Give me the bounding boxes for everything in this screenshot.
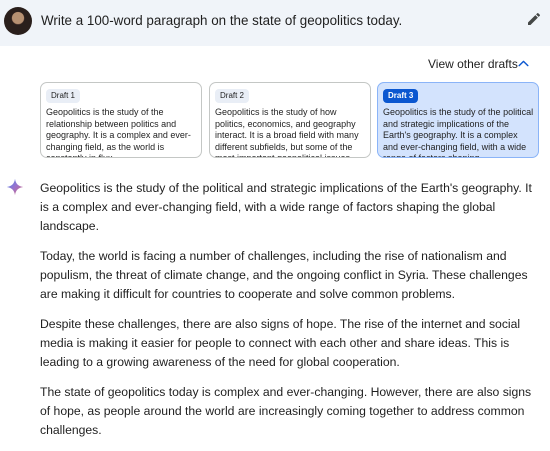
- view-other-drafts-button[interactable]: View other drafts: [428, 57, 518, 71]
- chevron-up-icon[interactable]: [517, 57, 530, 70]
- sparkle-icon: [6, 178, 24, 196]
- draft-preview-text: Geopolitics is the study of how politics…: [215, 107, 359, 157]
- draft-badge: Draft 1: [46, 89, 81, 103]
- prompt-text: Write a 100-word paragraph on the state …: [41, 13, 403, 28]
- response-paragraph: The state of geopolitics today is comple…: [40, 385, 532, 437]
- response-body: Geopolitics is the study of the politica…: [40, 179, 540, 451]
- draft-preview-text: Geopolitics is the study of the politica…: [383, 107, 534, 157]
- response-paragraph: Geopolitics is the study of the politica…: [40, 181, 532, 233]
- draft-card-2[interactable]: Draft 2 Geopolitics is the study of how …: [209, 82, 371, 158]
- draft-card-3[interactable]: Draft 3 Geopolitics is the study of the …: [377, 82, 539, 158]
- draft-badge: Draft 3: [383, 89, 419, 103]
- response-paragraph: Today, the world is facing a number of c…: [40, 249, 528, 301]
- draft-card-1[interactable]: Draft 1 Geopolitics is the study of the …: [40, 82, 202, 158]
- edit-pencil-icon[interactable]: [526, 11, 542, 27]
- prompt-bar: Write a 100-word paragraph on the state …: [0, 0, 550, 46]
- response-paragraph: Despite these challenges, there are also…: [40, 317, 521, 369]
- draft-preview-text: Geopolitics is the study of the relation…: [46, 107, 191, 157]
- avatar[interactable]: [4, 7, 32, 35]
- draft-badge: Draft 2: [215, 89, 250, 103]
